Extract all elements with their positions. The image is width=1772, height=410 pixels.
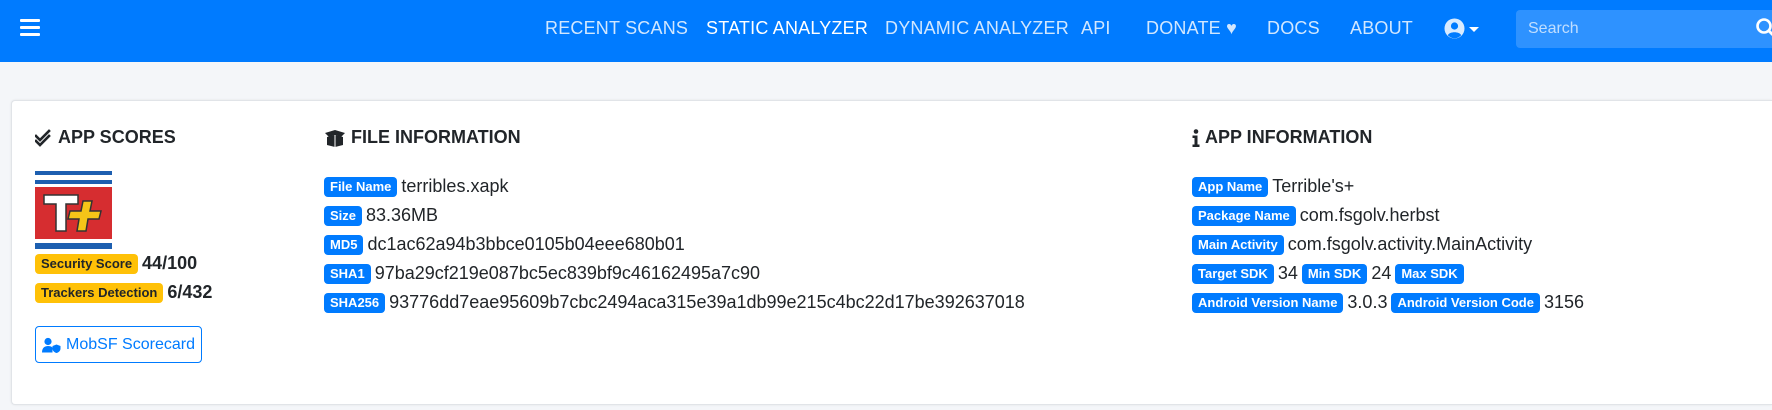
- search-button[interactable]: [1754, 16, 1772, 38]
- security-score-value: 44/100: [142, 253, 198, 273]
- user-shield-icon: [42, 337, 61, 353]
- android-version-code-value: 3156: [1543, 292, 1585, 312]
- trackers-detection-badge: Trackers Detection: [35, 282, 164, 303]
- min-sdk-badge: Min SDK: [1301, 263, 1368, 284]
- user-circle-icon: [1444, 18, 1465, 39]
- file-information-heading: FILE INFORMATION: [324, 127, 521, 148]
- main-activity-badge: Main Activity: [1192, 234, 1284, 255]
- app-scores-heading: APP SCORES: [35, 127, 176, 148]
- search-input[interactable]: [1516, 10, 1772, 48]
- nav-recent-scans[interactable]: RECENT SCANS: [545, 18, 688, 39]
- chevron-down-icon: [1469, 27, 1479, 32]
- security-score-badge: Security Score: [35, 253, 139, 274]
- security-score-row: Security Score 44/100: [35, 253, 197, 274]
- nav-dynamic-analyzer[interactable]: DYNAMIC ANALYZER: [885, 18, 1069, 39]
- mobsf-scorecard-button[interactable]: MobSF Scorecard: [35, 326, 202, 363]
- file-name-badge: File Name: [324, 176, 398, 197]
- sha1-badge: SHA1: [324, 263, 371, 284]
- app-name-value: Terrible's+: [1272, 176, 1355, 196]
- menu-toggle-icon[interactable]: [20, 19, 40, 37]
- sha1-value: 97ba29cf219e087bc5ec839bf9c46162495a7c90: [374, 263, 761, 283]
- app-name-row: App Name Terrible's+: [1192, 176, 1354, 197]
- info-icon: [1192, 128, 1200, 147]
- nav-api[interactable]: API: [1081, 18, 1111, 39]
- package-name-row: Package Name com.fsgolv.herbst: [1192, 205, 1440, 226]
- file-size-row: Size 83.36MB: [324, 205, 438, 226]
- android-version-name-badge: Android Version Name: [1192, 292, 1344, 313]
- scorecard-button-label: MobSF Scorecard: [66, 335, 195, 353]
- sdk-row: Target SDK 34 Min SDK 24 Max SDK: [1192, 263, 1468, 284]
- app-information-heading: APP INFORMATION: [1192, 127, 1372, 148]
- top-navbar: RECENT SCANS STATIC ANALYZER DYNAMIC ANA…: [0, 0, 1772, 62]
- package-name-badge: Package Name: [1192, 205, 1296, 226]
- search-icon: [1756, 18, 1772, 36]
- sha256-badge: SHA256: [324, 292, 386, 313]
- target-sdk-badge: Target SDK: [1192, 263, 1274, 284]
- app-logo-image: [35, 171, 112, 249]
- user-menu-dropdown[interactable]: [1444, 17, 1482, 41]
- app-scores-title: APP SCORES: [58, 127, 176, 147]
- nav-static-analyzer[interactable]: STATIC ANALYZER: [706, 18, 868, 39]
- sha256-row: SHA256 93776dd7eae95609b7cbc2494aca315e3…: [324, 292, 1025, 313]
- file-size-badge: Size: [324, 205, 363, 226]
- nav-donate[interactable]: DONATE ♥: [1146, 18, 1237, 39]
- app-name-badge: App Name: [1192, 176, 1269, 197]
- app-information-title: APP INFORMATION: [1205, 127, 1373, 147]
- box-open-icon: [325, 129, 345, 147]
- sha1-row: SHA1 97ba29cf219e087bc5ec839bf9c46162495…: [324, 263, 760, 284]
- package-name-value: com.fsgolv.herbst: [1299, 205, 1440, 225]
- md5-row: MD5 dc1ac62a94b3bbce0105b04eee680b01: [324, 234, 685, 255]
- sha256-value: 93776dd7eae95609b7cbc2494aca315e39a1db99…: [389, 292, 1025, 312]
- nav-about[interactable]: ABOUT: [1350, 18, 1413, 39]
- file-name-value: terribles.xapk: [401, 176, 509, 196]
- double-check-icon: [35, 128, 51, 147]
- file-name-row: File Name terribles.xapk: [324, 176, 508, 197]
- max-sdk-badge: Max SDK: [1395, 263, 1464, 284]
- android-version-code-badge: Android Version Code: [1391, 292, 1540, 313]
- nav-docs[interactable]: DOCS: [1267, 18, 1320, 39]
- min-sdk-value: 24: [1371, 263, 1392, 283]
- md5-badge: MD5: [324, 234, 364, 255]
- android-version-name-value: 3.0.3: [1347, 292, 1388, 312]
- trackers-detection-row: Trackers Detection 6/432: [35, 282, 212, 303]
- main-activity-row: Main Activity com.fsgolv.activity.MainAc…: [1192, 234, 1532, 255]
- file-size-value: 83.36MB: [366, 205, 439, 225]
- main-activity-value: com.fsgolv.activity.MainActivity: [1287, 234, 1533, 254]
- target-sdk-value: 34: [1277, 263, 1298, 283]
- trackers-detection-value: 6/432: [167, 282, 213, 302]
- md5-value: dc1ac62a94b3bbce0105b04eee680b01: [367, 234, 685, 254]
- file-information-title: FILE INFORMATION: [351, 127, 521, 147]
- android-version-row: Android Version Name 3.0.3 Android Versi…: [1192, 292, 1584, 313]
